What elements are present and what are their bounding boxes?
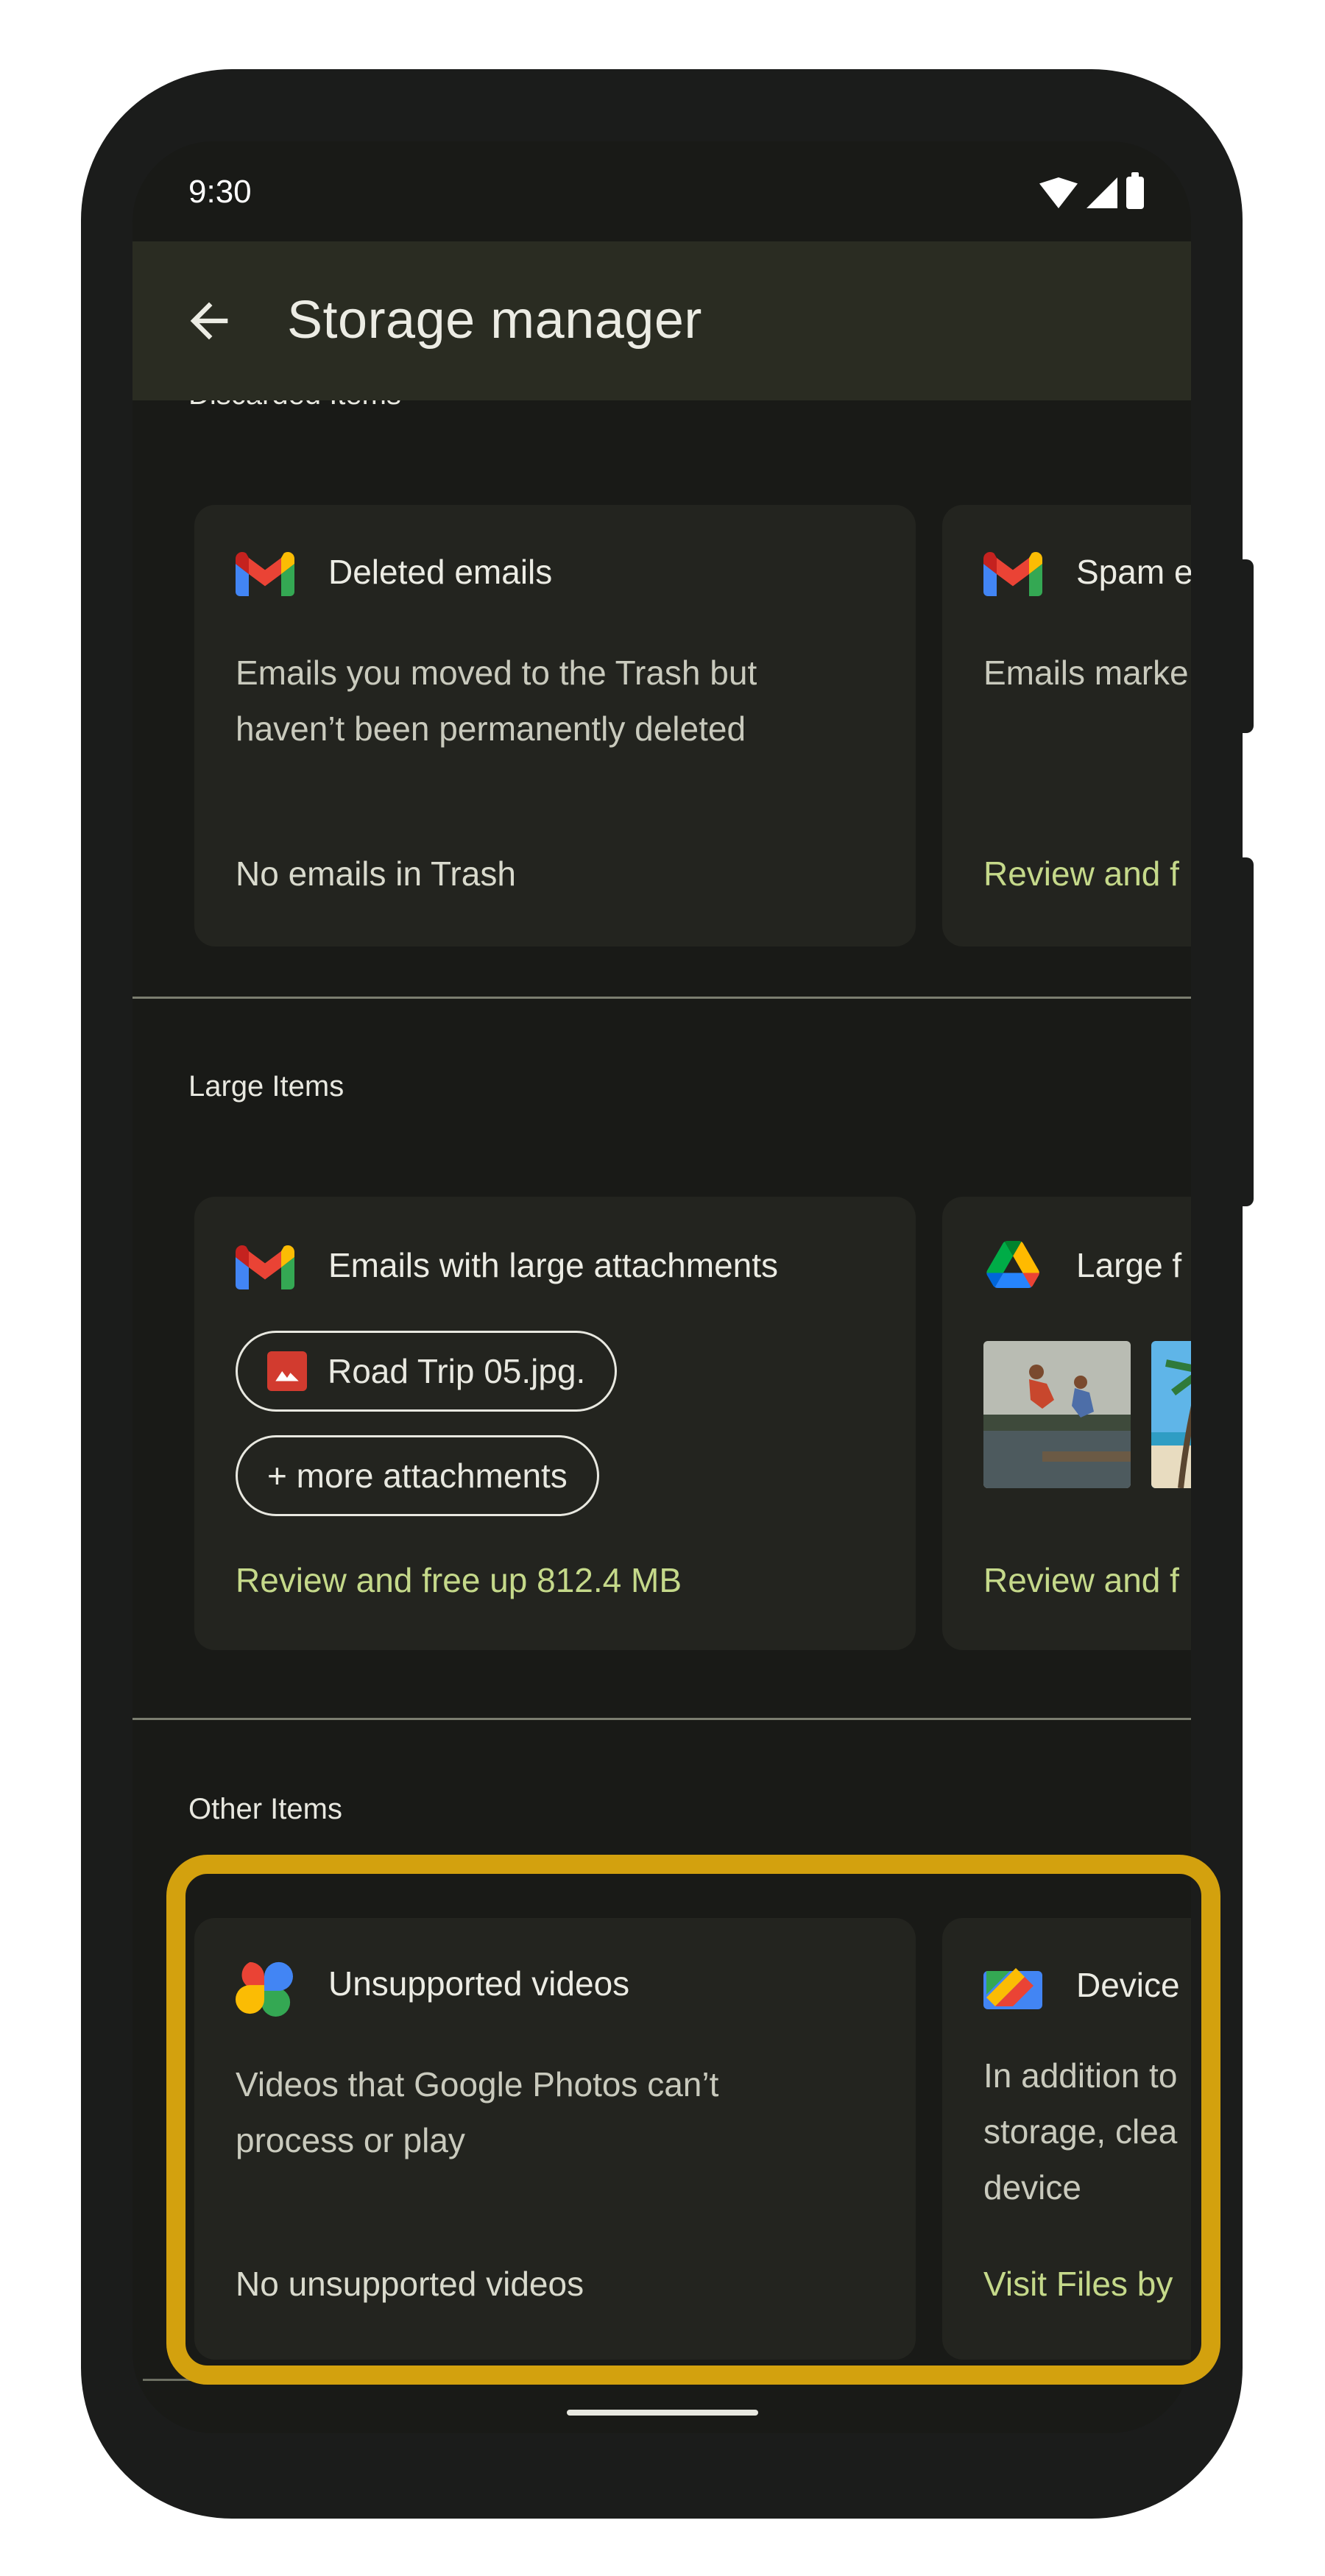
top-app-bar: Storage manager (132, 241, 1191, 400)
gmail-icon (236, 1245, 294, 1289)
section-label-other: Other Items (188, 1793, 342, 1825)
cell-signal-icon (1086, 177, 1117, 208)
card-title: Spam e (1076, 553, 1191, 591)
wifi-icon (1039, 177, 1078, 208)
highlight-frame (166, 1855, 1220, 2385)
file-thumbnail[interactable] (1151, 1341, 1191, 1488)
status-icons (1039, 172, 1144, 209)
google-drive-icon (986, 1241, 1039, 1288)
card-action-link[interactable]: Review and f (983, 1560, 1179, 1600)
chip-label: + more attachments (267, 1457, 568, 1495)
battery-icon (1126, 172, 1144, 209)
back-arrow-icon[interactable] (181, 293, 237, 349)
card-spam-emails[interactable]: Spam e Emails marke Review and f (942, 505, 1191, 946)
home-indicator[interactable] (567, 2410, 758, 2416)
status-time: 9:30 (188, 174, 252, 210)
card-title: Emails with large attachments (328, 1246, 779, 1284)
chip-label: Road Trip 05.jpg. (328, 1352, 586, 1390)
image-icon (267, 1351, 307, 1391)
card-action-link[interactable]: Review and free up 812.4 MB (236, 1560, 682, 1600)
attachment-chip[interactable]: Road Trip 05.jpg. (236, 1331, 618, 1412)
card-title: Large f (1076, 1246, 1182, 1284)
card-large-files[interactable]: Large f Review and f (942, 1197, 1191, 1650)
section-label-large: Large Items (188, 1070, 344, 1103)
card-status: No emails in Trash (236, 854, 516, 893)
gmail-icon (983, 552, 1042, 596)
card-description: Emails marke (983, 654, 1189, 692)
more-attachments-chip[interactable]: + more attachments (236, 1435, 599, 1516)
card-description: Emails you moved to the Trash but haven’… (236, 654, 757, 748)
card-title: Deleted emails (328, 553, 553, 591)
card-action-link[interactable]: Review and f (983, 854, 1179, 894)
section-divider (132, 1718, 1191, 1720)
gmail-icon (236, 552, 294, 596)
section-divider (132, 997, 1191, 999)
page-title: Storage manager (287, 291, 702, 350)
file-thumbnail[interactable] (983, 1341, 1131, 1488)
card-large-attachments[interactable]: Emails with large attachments Road Trip … (194, 1197, 916, 1650)
status-bar: 9:30 (132, 141, 1191, 241)
card-deleted-emails[interactable]: Deleted emails Emails you moved to the T… (194, 505, 916, 946)
